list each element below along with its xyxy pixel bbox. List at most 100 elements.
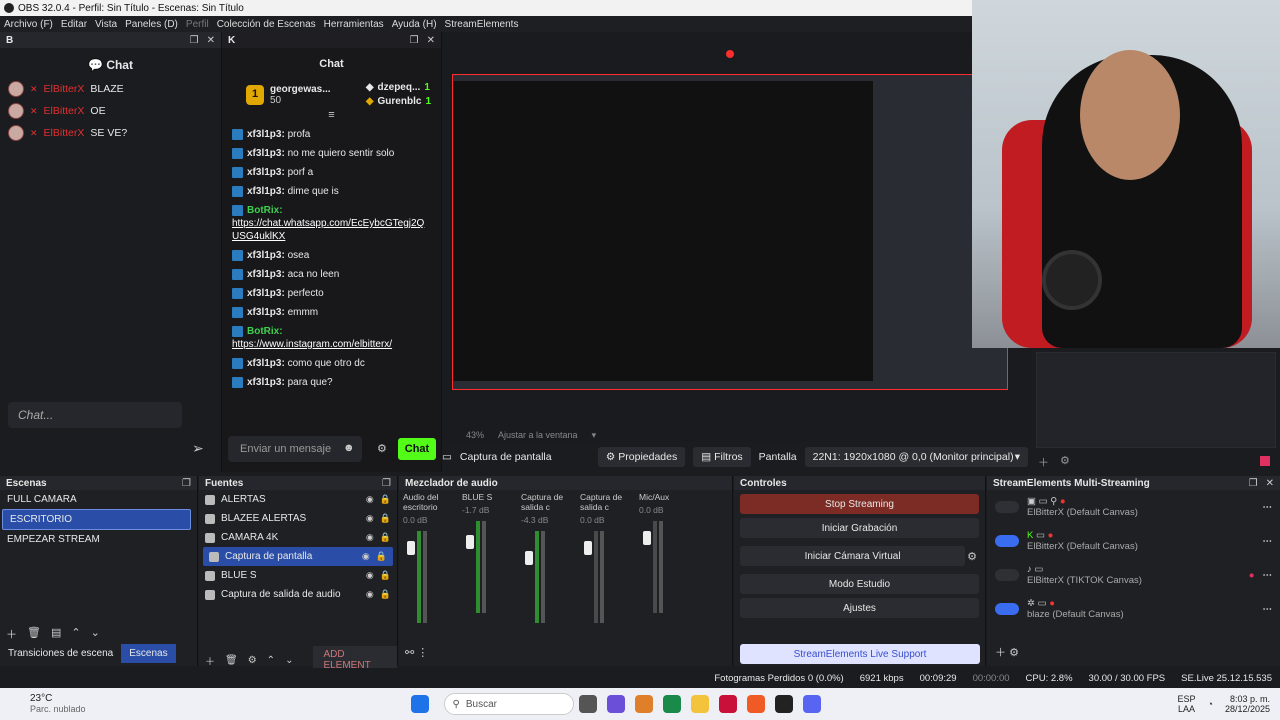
- tab-scenes[interactable]: Escenas: [121, 644, 176, 663]
- taskbar-search[interactable]: ⚲ Buscar: [443, 693, 574, 715]
- menu-streamelements[interactable]: StreamElements: [441, 19, 523, 30]
- menu-docks[interactable]: Paneles (D): [121, 19, 182, 30]
- display-select[interactable]: 22N1: 1920x1080 @ 0,0 (Monitor principal…: [804, 447, 1028, 467]
- toggle-switch[interactable]: [995, 603, 1019, 615]
- windows-start-icon[interactable]: [410, 695, 429, 713]
- properties-button[interactable]: ⚙ Propiedades: [597, 447, 686, 467]
- live-support-button[interactable]: StreamElements Live Support: [740, 644, 980, 664]
- gear-icon[interactable]: ⚙: [1009, 647, 1019, 659]
- chevron-down-icon[interactable]: ⌄: [91, 626, 100, 642]
- filters-button[interactable]: ▤ Filtros: [693, 447, 751, 467]
- menu-edit[interactable]: Editar: [57, 19, 91, 30]
- menu-profile[interactable]: Perfil: [182, 19, 213, 30]
- scene-item[interactable]: EMPEZAR STREAM: [0, 530, 197, 549]
- chevron-down-icon[interactable]: ▾: [592, 430, 597, 441]
- add-icon[interactable]: ＋: [1038, 454, 1049, 470]
- obs-icon[interactable]: [774, 695, 793, 713]
- menu-view[interactable]: Vista: [91, 19, 121, 30]
- chat-input[interactable]: Chat...: [8, 402, 182, 428]
- more-icon[interactable]: ⋯: [1263, 570, 1273, 581]
- add-icon[interactable]: ＋: [6, 626, 17, 642]
- volume-slider[interactable]: [643, 531, 651, 545]
- float-icon[interactable]: ❐: [182, 478, 191, 489]
- send-icon[interactable]: ➢: [192, 440, 204, 457]
- trash-icon[interactable]: 🗑: [225, 655, 238, 666]
- fit-window[interactable]: Ajustar a la ventana: [498, 430, 578, 440]
- message-input[interactable]: Enviar un mensaje: [228, 436, 362, 462]
- chevron-up-icon[interactable]: ⌃: [267, 655, 275, 666]
- scene-item[interactable]: FULL CAMARA: [0, 490, 197, 509]
- app-icon[interactable]: [718, 695, 737, 713]
- status-bar: Fotogramas Perdidos 0 (0.0%) 6921 kbps 0…: [0, 668, 1280, 688]
- fps: 30.00 / 30.00 FPS: [1088, 672, 1166, 684]
- tab-transitions[interactable]: Transiciones de escena: [0, 644, 121, 663]
- volume-slider[interactable]: [466, 535, 474, 549]
- gear-icon[interactable]: ⚙: [377, 442, 387, 455]
- dock-header: Mezclador de audio: [399, 476, 732, 490]
- close-icon[interactable]: ✕: [207, 35, 215, 46]
- toggle-switch[interactable]: [995, 535, 1019, 547]
- volume-slider[interactable]: [584, 541, 592, 555]
- volume-slider[interactable]: [407, 541, 415, 555]
- start-recording-button[interactable]: Iniciar Grabación: [740, 518, 979, 538]
- float-icon[interactable]: ❐: [382, 478, 391, 489]
- volume-slider[interactable]: [525, 551, 533, 565]
- more-icon[interactable]: ⋯: [1263, 536, 1273, 547]
- chat-link[interactable]: https://www.instagram.com/elbitterx/: [232, 339, 392, 350]
- more-icon[interactable]: ⋯: [1263, 604, 1273, 615]
- add-icon[interactable]: ＋: [205, 653, 215, 668]
- chat-message: xf3l1p3: para que?: [222, 373, 441, 392]
- gear-icon[interactable]: ⚙: [1060, 454, 1070, 467]
- chat-link[interactable]: https://chat.whatsapp.com/EcEybcGTegj2QU…: [232, 218, 424, 242]
- scroll-icon[interactable]: ≡: [222, 109, 441, 125]
- menu-help[interactable]: Ayuda (H): [388, 19, 441, 30]
- source-item[interactable]: Captura de pantalla ◉ 🔒: [203, 547, 393, 566]
- language-indicator[interactable]: ESP LAA: [1178, 694, 1196, 714]
- empty-dock-box: [1036, 352, 1276, 448]
- more-icon[interactable]: ⋯: [1263, 502, 1273, 513]
- chevron-up-icon[interactable]: ⌃: [71, 626, 80, 642]
- float-icon[interactable]: ❐: [1249, 478, 1258, 489]
- menu-file[interactable]: Archivo (F): [0, 19, 57, 30]
- settings-button[interactable]: Ajustes: [740, 598, 979, 618]
- toggle-switch[interactable]: [995, 569, 1019, 581]
- app-icon[interactable]: [634, 695, 653, 713]
- gear-icon[interactable]: ⚙: [248, 655, 257, 666]
- float-icon[interactable]: ❐: [190, 35, 199, 46]
- brave-icon[interactable]: [746, 695, 765, 713]
- discord-icon[interactable]: [802, 695, 821, 713]
- rotate-handle[interactable]: [726, 50, 734, 58]
- edge-icon[interactable]: [662, 695, 681, 713]
- virtual-camera-button[interactable]: Iniciar Cámara Virtual: [740, 546, 966, 566]
- trash-icon[interactable]: 🗑: [27, 626, 41, 642]
- weather-widget[interactable]: 23°C Parc. nublado: [0, 693, 86, 715]
- studio-mode-button[interactable]: Modo Estudio: [740, 574, 979, 594]
- send-chat-button[interactable]: Chat: [398, 438, 436, 460]
- close-icon[interactable]: ✕: [427, 35, 435, 46]
- source-item[interactable]: ALERTAS ◉ 🔒: [199, 490, 397, 509]
- app-icon[interactable]: [606, 695, 625, 713]
- add-icon[interactable]: ＋: [995, 647, 1006, 659]
- source-item[interactable]: BLUE S ◉ 🔒: [199, 566, 397, 585]
- toggle-switch[interactable]: [995, 501, 1019, 513]
- more-icon[interactable]: ⋮: [417, 647, 428, 659]
- preview-screen-capture[interactable]: [452, 74, 1008, 390]
- wifi-icon[interactable]: ◔: [1208, 699, 1213, 709]
- scene-item[interactable]: ESCRITORIO: [2, 509, 191, 530]
- source-item[interactable]: Captura de salida de audio ◉ 🔒: [199, 585, 397, 604]
- filter-icon[interactable]: ▤: [51, 626, 61, 642]
- folder-icon[interactable]: [690, 695, 709, 713]
- link-icon[interactable]: ⚯: [405, 647, 414, 659]
- float-icon[interactable]: ❐: [410, 35, 419, 46]
- stop-streaming-button[interactable]: Stop Streaming: [740, 494, 979, 514]
- emoji-icon[interactable]: ☻: [343, 442, 355, 454]
- source-item[interactable]: BLAZEE ALERTAS ◉ 🔒: [199, 509, 397, 528]
- app-icon[interactable]: [578, 695, 597, 713]
- menu-tools[interactable]: Herramientas: [320, 19, 388, 30]
- gear-icon[interactable]: ⚙: [967, 550, 977, 563]
- clock[interactable]: 8:03 p. m. 28/12/2025: [1225, 694, 1270, 714]
- source-item[interactable]: CAMARA 4K ◉ 🔒: [199, 528, 397, 547]
- close-icon[interactable]: ✕: [1266, 478, 1274, 489]
- chevron-down-icon[interactable]: ⌄: [285, 655, 293, 666]
- menu-scene-collection[interactable]: Colección de Escenas: [213, 19, 320, 30]
